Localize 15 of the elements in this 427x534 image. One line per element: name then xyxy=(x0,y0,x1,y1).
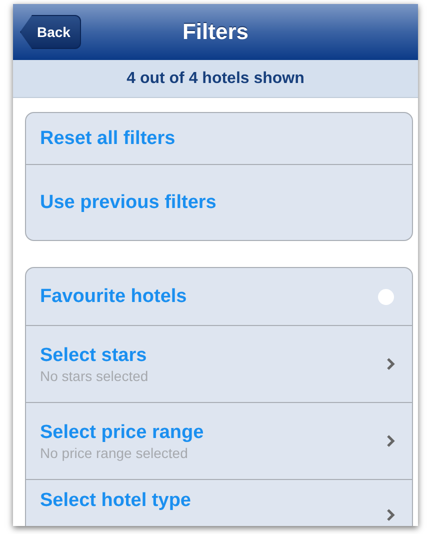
filter-label[interactable]: Select hotel type xyxy=(40,490,191,512)
action-link[interactable]: Use previous filters xyxy=(40,192,216,214)
chevron-icon xyxy=(386,434,396,448)
action-link[interactable]: Reset all filters xyxy=(40,128,176,150)
chevron-icon xyxy=(386,508,396,522)
filter-detail: No price range selected xyxy=(40,444,189,460)
screen-title: Filters xyxy=(182,19,249,45)
toggle-indicator[interactable] xyxy=(378,288,394,304)
filter-detail: No stars selected xyxy=(40,368,148,384)
back-button[interactable]: Back xyxy=(20,15,82,49)
filter-label[interactable]: Select stars xyxy=(40,344,148,366)
chevron-icon xyxy=(386,357,396,371)
filter-label[interactable]: Favourite hotels xyxy=(40,286,187,308)
hotels-count: 4 out of 4 hotels shown xyxy=(13,60,418,98)
filter-label[interactable]: Select price range xyxy=(40,422,204,444)
